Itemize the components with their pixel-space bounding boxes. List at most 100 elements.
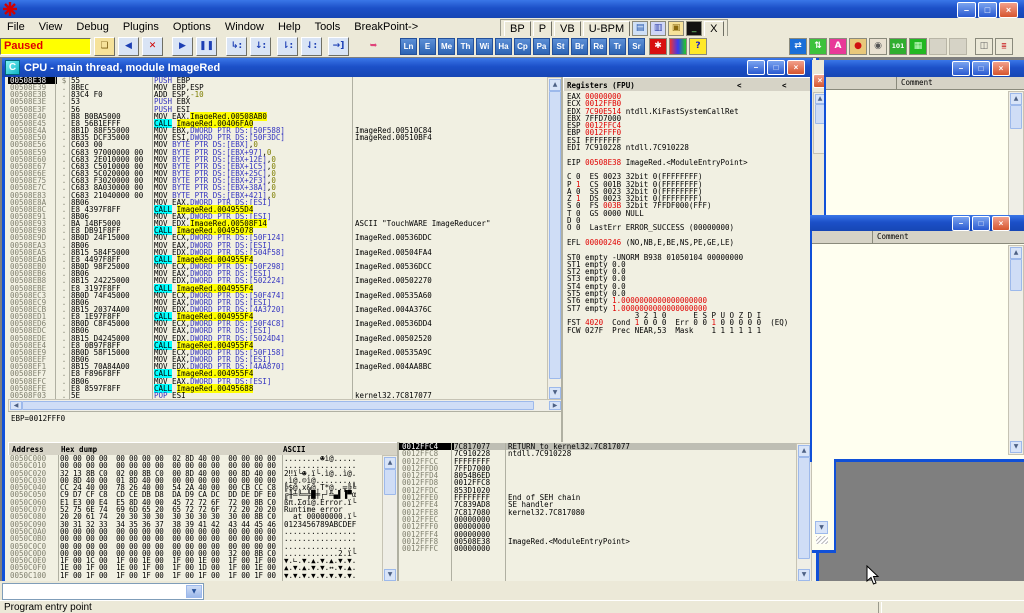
stack-pane[interactable]: 0012FFC47C817077RETURN to kernel32.7C817… <box>399 443 796 581</box>
menu-help[interactable]: Help <box>271 19 308 35</box>
window-button-sr[interactable]: Sr <box>628 38 645 55</box>
window-button-st[interactable]: St <box>552 38 569 55</box>
register-line[interactable]: EIP 00508E38 ImageRed.<ModuleEntryPoint> <box>567 159 810 166</box>
stack-row[interactable]: 0012FFFC00000000 <box>399 545 796 552</box>
menu-options[interactable]: Options <box>166 19 218 35</box>
window-button-th[interactable]: Th <box>457 38 474 55</box>
book-icon[interactable]: ▥ <box>650 21 666 36</box>
cpu-close-button[interactable]: × <box>787 60 805 75</box>
trace-into-button[interactable]: ⇂: <box>277 37 298 56</box>
restart-button[interactable]: ◀ <box>118 37 139 56</box>
binary-101-icon[interactable]: 101 <box>889 38 907 55</box>
menubar-button-vb[interactable]: VB <box>554 21 581 37</box>
scroll-up-icon[interactable]: ▲ <box>1010 247 1022 259</box>
step-into-button[interactable]: ↳: <box>226 37 247 56</box>
window-button-ln[interactable]: Ln <box>400 38 417 55</box>
register-line[interactable]: O 0 LastErr ERROR_SUCCESS (00000000) <box>567 224 810 231</box>
goto-address-icon[interactable]: ➥ <box>363 37 384 56</box>
appearance-icon[interactable] <box>669 38 687 55</box>
comment-window-b-titlebar[interactable]: – □ × <box>810 215 1024 231</box>
scroll-up-icon[interactable]: ▲ <box>549 79 561 91</box>
cpu-minimize-button[interactable]: – <box>747 60 765 75</box>
dump-row[interactable]: 0050C1001F 00 1F 00 1F 00 1F 00 1F 00 1F… <box>8 572 382 579</box>
scroll-down-icon[interactable]: ▼ <box>798 569 810 581</box>
minimize-button[interactable]: – <box>952 61 970 76</box>
maximize-button[interactable]: □ <box>972 61 990 76</box>
register-line[interactable]: FCW 027F Prec NEAR,53 Mask 1 1 1 1 1 1 <box>567 327 810 334</box>
console-icon[interactable]: _ <box>686 21 702 36</box>
letter-a-icon[interactable]: A <box>829 38 847 55</box>
close-program-button[interactable]: ✕ <box>142 37 163 56</box>
menu-file[interactable]: File <box>0 19 32 35</box>
layout-columns-icon[interactable]: ◫ <box>975 38 993 55</box>
pause-button[interactable]: ❚❚ <box>196 37 217 56</box>
main-titlebar[interactable]: – □ × <box>0 0 1024 18</box>
maximize-button[interactable]: □ <box>972 216 990 231</box>
restore-button[interactable]: □ <box>978 2 997 18</box>
disassembly-pane[interactable]: 00508E38$55PUSH EBP00508E39.8BECMOV EBP,… <box>8 77 547 399</box>
swap-arrows-icon[interactable]: ⇄ <box>789 38 807 55</box>
window-button-wi[interactable]: Wi <box>476 38 493 55</box>
comment-b-vscrollbar[interactable]: ▲ ▼ <box>1008 245 1024 455</box>
notepad-icon[interactable]: ▤ <box>632 21 648 36</box>
resize-grip[interactable] <box>816 536 828 544</box>
disasm-row[interactable]: 00508EFE.E8 8597F8FFCALL ImageRed.004956… <box>8 385 547 392</box>
window-button-cp[interactable]: Cp <box>514 38 531 55</box>
spiral-icon[interactable]: ◉ <box>869 38 887 55</box>
registers-pane[interactable]: EAX 00000000ECX 0012FFB0EDX 7C90E514 ntd… <box>563 91 810 442</box>
command-combobox[interactable]: ▼ <box>2 583 204 600</box>
menubar-button-u-bpm[interactable]: U-BPM <box>583 21 630 37</box>
cpu-titlebar[interactable]: C CPU - main thread, module ImageRed – □… <box>2 58 813 77</box>
window-button-re[interactable]: Re <box>590 38 607 55</box>
registers-next-arrow[interactable]: < <box>782 81 787 90</box>
window-button-ha[interactable]: Ha <box>495 38 512 55</box>
menubar-button-bp[interactable]: BP <box>504 21 531 37</box>
disasm-row[interactable]: 00508E3B.83C4 F0ADD ESP,-10 <box>8 91 547 98</box>
disasm-row[interactable]: 00508E3E.53PUSH EBX <box>8 98 547 105</box>
combo-dropdown-icon[interactable]: ▼ <box>186 585 202 598</box>
menu-plugins[interactable]: Plugins <box>116 19 166 35</box>
scroll-up-icon[interactable]: ▲ <box>798 445 810 457</box>
window-button-br[interactable]: Br <box>571 38 588 55</box>
menu-tools[interactable]: Tools <box>308 19 348 35</box>
minimize-button[interactable]: – <box>952 216 970 231</box>
window-button-e[interactable]: E <box>419 38 436 55</box>
stack-vscrollbar[interactable]: ▲ ▼ <box>796 443 812 583</box>
scroll-up-icon[interactable]: ▲ <box>1010 93 1022 105</box>
cpu-restore-button[interactable]: □ <box>767 60 785 75</box>
scroll-up-icon[interactable]: ▲ <box>384 457 396 469</box>
menu-breakpoint[interactable]: BreakPoint-> <box>347 19 425 35</box>
folder-small-icon[interactable]: ▣ <box>668 21 684 36</box>
close-button[interactable]: × <box>992 61 1010 76</box>
record-dot-icon[interactable]: ● <box>849 38 867 55</box>
options-gear-icon[interactable]: ✱ <box>649 38 667 55</box>
window-button-tr[interactable]: Tr <box>609 38 626 55</box>
step-over-button[interactable]: ↓: <box>250 37 271 56</box>
register-line[interactable]: T 0 GS 0000 NULL <box>567 210 810 217</box>
registers-prev-arrow[interactable]: < <box>737 81 742 90</box>
column-header-blank[interactable] <box>826 77 897 89</box>
minimize-button[interactable]: – <box>957 2 976 18</box>
close-button[interactable]: × <box>999 2 1018 18</box>
menu-debug[interactable]: Debug <box>69 19 115 35</box>
column-header-blank[interactable] <box>812 231 873 243</box>
blank-button-2[interactable] <box>949 38 967 55</box>
comment-a-vscrollbar[interactable]: ▲ ▼ <box>1008 91 1024 231</box>
menu-window[interactable]: Window <box>218 19 271 35</box>
blank-button-1[interactable] <box>929 38 947 55</box>
menubar-close-button[interactable]: X <box>704 21 723 37</box>
scroll-left-icon[interactable]: ◀ <box>10 401 22 410</box>
scroll-right-icon[interactable]: ▶ <box>549 401 561 410</box>
execute-till-return-button[interactable]: →] <box>328 37 349 56</box>
menubar-button-p[interactable]: P <box>533 21 552 37</box>
disasm-row[interactable]: 00508F03.5EPOP ESIkernel32.7C817077 <box>8 392 547 399</box>
layout-list-icon[interactable]: ≣ <box>995 38 1013 55</box>
updown-icon[interactable]: ⇅ <box>809 38 827 55</box>
window-button-me[interactable]: Me <box>438 38 455 55</box>
scroll-down-icon[interactable]: ▼ <box>549 387 561 399</box>
register-line[interactable]: EDI 7C910228 ntdll.7C910228 <box>567 144 810 151</box>
column-header-comment[interactable]: Comment <box>897 77 933 89</box>
dump-vscrollbar[interactable]: ▲ ▼ <box>382 455 398 583</box>
green-screen-icon[interactable]: ▦ <box>909 38 927 55</box>
dump-pane[interactable]: 0050C00000 00 00 00 00 00 00 00 02 8D 40… <box>8 455 382 581</box>
